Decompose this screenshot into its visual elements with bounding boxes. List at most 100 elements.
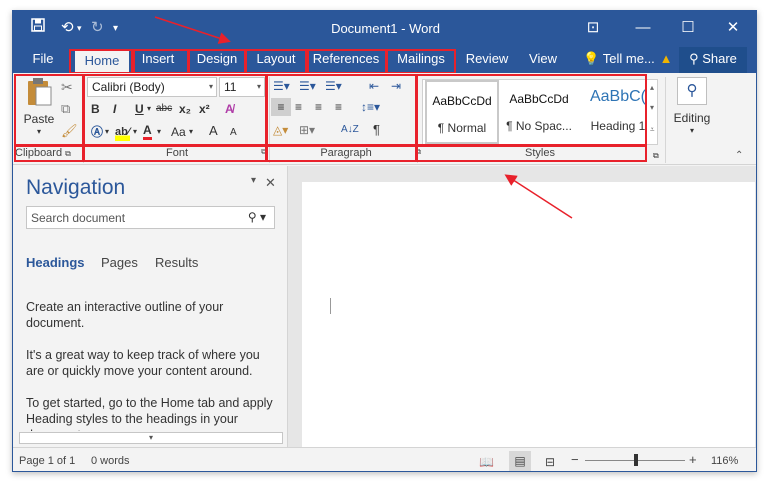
bold-button[interactable]: B bbox=[91, 100, 100, 118]
increase-indent-icon[interactable]: ⇥ bbox=[391, 77, 401, 95]
align-right-icon[interactable]: ≡ bbox=[315, 98, 322, 116]
nav-tab-headings[interactable]: Headings bbox=[26, 255, 85, 270]
styles-more-icon[interactable]: ⩡ bbox=[650, 121, 655, 139]
cut-icon[interactable]: ✂ bbox=[61, 78, 73, 96]
tab-review[interactable]: Review bbox=[461, 47, 513, 73]
zoom-slider-thumb[interactable] bbox=[634, 454, 638, 466]
zoom-out-icon[interactable]: − bbox=[571, 452, 579, 467]
nav-tab-pages[interactable]: Pages bbox=[101, 255, 138, 270]
page-count[interactable]: Page 1 of 1 bbox=[19, 455, 75, 467]
change-case-button[interactable]: Aa bbox=[171, 123, 186, 141]
paste-label: Paste bbox=[23, 112, 55, 126]
close-icon[interactable]: ✕ bbox=[713, 16, 753, 40]
paste-button[interactable]: Paste ▾ bbox=[19, 77, 59, 136]
line-spacing-icon[interactable]: ↕≡▾ bbox=[361, 98, 380, 116]
show-formatting-button[interactable]: ¶ bbox=[373, 121, 380, 139]
editing-label: Editing bbox=[673, 111, 711, 125]
tab-view[interactable]: View bbox=[521, 47, 565, 73]
tab-design[interactable]: Design bbox=[191, 47, 243, 73]
collapse-ribbon-icon[interactable]: ⌃ bbox=[735, 147, 743, 165]
navigation-pane: Navigation ▾ ✕ Search document ⚲ ▾ Headi… bbox=[13, 166, 288, 447]
highlight-dropdown-icon[interactable]: ▾ bbox=[133, 123, 137, 141]
zoom-level[interactable]: 116% bbox=[711, 455, 738, 467]
clear-formatting-icon[interactable]: A̸ bbox=[225, 100, 234, 118]
align-left-icon[interactable]: ≡ bbox=[271, 98, 291, 116]
font-color-icon[interactable]: A bbox=[143, 123, 152, 140]
search-icon[interactable]: ⚲ ▾ bbox=[248, 210, 266, 224]
styles-dialog-icon[interactable]: ⧉ bbox=[653, 147, 659, 165]
superscript-button[interactable]: x² bbox=[199, 100, 210, 118]
document-page[interactable] bbox=[302, 182, 755, 447]
numbering-icon[interactable]: ☰▾ bbox=[299, 77, 316, 95]
warning-icon[interactable]: ▲ bbox=[657, 47, 675, 73]
chevron-down-icon: ▾ bbox=[256, 82, 261, 91]
separator bbox=[269, 77, 270, 163]
tab-references[interactable]: References bbox=[309, 47, 383, 73]
status-bar: Page 1 of 1 0 words 📖 ▤ ⊟ − + 116% bbox=[13, 447, 756, 471]
font-family-select[interactable]: Calibri (Body) ▾ bbox=[87, 77, 217, 97]
underline-button[interactable]: U bbox=[135, 100, 144, 118]
font-size-select[interactable]: 11 ▾ bbox=[219, 77, 265, 97]
text-effects-icon[interactable]: Ⓐ bbox=[91, 123, 103, 141]
shrink-font-button[interactable]: A bbox=[230, 124, 237, 142]
style-name: ¶ No Spac... bbox=[506, 119, 572, 133]
text-effects-dropdown-icon[interactable]: ▾ bbox=[105, 123, 109, 141]
font-color-dropdown-icon[interactable]: ▾ bbox=[157, 123, 161, 141]
editing-button[interactable]: ⚲ Editing ▾ bbox=[667, 77, 717, 141]
align-center-icon[interactable]: ≡ bbox=[295, 98, 302, 116]
subscript-button[interactable]: x₂ bbox=[179, 100, 191, 118]
nav-scroll-down-icon[interactable]: ▾ bbox=[19, 432, 283, 444]
word-count[interactable]: 0 words bbox=[91, 455, 130, 467]
paste-dropdown-icon: ▾ bbox=[36, 127, 41, 136]
underline-dropdown-icon[interactable]: ▾ bbox=[147, 100, 151, 118]
close-pane-icon[interactable]: ✕ bbox=[265, 175, 276, 191]
minimize-icon[interactable]: — bbox=[623, 16, 663, 40]
decrease-indent-icon[interactable]: ⇤ bbox=[369, 77, 379, 95]
strikethrough-button[interactable]: abc bbox=[156, 100, 172, 118]
style-no-spacing[interactable]: AaBbCcDd ¶ No Spac... bbox=[501, 80, 577, 144]
separator bbox=[417, 77, 418, 163]
tab-layout[interactable]: Layout bbox=[249, 47, 303, 73]
ribbon-display-icon[interactable]: ⊡ bbox=[573, 16, 613, 40]
format-painter-icon[interactable]: 🖌 bbox=[61, 122, 78, 140]
tab-mailings[interactable]: Mailings bbox=[389, 47, 453, 73]
nav-tab-results[interactable]: Results bbox=[155, 255, 198, 270]
read-mode-icon[interactable]: 📖 bbox=[479, 455, 494, 469]
justify-icon[interactable]: ≡ bbox=[335, 98, 342, 116]
styles-gallery: AaBbCcDd ¶ Normal AaBbCcDd ¶ No Spac... … bbox=[422, 79, 658, 145]
grow-font-button[interactable]: A bbox=[209, 122, 218, 140]
tab-home[interactable]: Home bbox=[75, 50, 129, 73]
borders-icon[interactable]: ⊞▾ bbox=[299, 121, 315, 139]
bullets-icon[interactable]: ☰▾ bbox=[273, 77, 290, 95]
change-case-dropdown-icon[interactable]: ▾ bbox=[189, 123, 193, 141]
styles-scroll-down-icon[interactable]: ▾ bbox=[650, 99, 654, 117]
italic-button[interactable]: I bbox=[113, 100, 116, 118]
sort-button[interactable]: A↓Z bbox=[341, 121, 359, 139]
shading-icon[interactable]: ◬▾ bbox=[273, 121, 288, 139]
maximize-icon[interactable]: ☐ bbox=[668, 16, 708, 40]
tell-me-box[interactable]: 💡 Tell me... bbox=[579, 47, 659, 73]
nav-help-text-1: Create an interactive outline of your do… bbox=[26, 300, 224, 330]
print-layout-icon[interactable]: ▤ bbox=[509, 451, 531, 471]
title-bar: ⟲ ▾ ↻ ▾ Document1 - Word ⊡ — ☐ ✕ bbox=[13, 11, 756, 47]
nav-help-text-3: To get started, go to the Home tab and a… bbox=[26, 396, 273, 431]
tab-insert[interactable]: Insert bbox=[133, 47, 183, 73]
highlight-color-icon[interactable]: ab⁄ bbox=[115, 123, 130, 141]
pane-options-icon[interactable]: ▾ bbox=[251, 175, 256, 186]
styles-scroll-up-icon[interactable]: ▴ bbox=[650, 79, 654, 97]
zoom-in-icon[interactable]: + bbox=[689, 452, 697, 467]
copy-icon[interactable]: ⧉ bbox=[61, 100, 70, 118]
share-button[interactable]: ⚲ Share bbox=[679, 47, 747, 73]
multilevel-list-icon[interactable]: ☰▾ bbox=[325, 77, 342, 95]
style-normal[interactable]: AaBbCcDd ¶ Normal bbox=[425, 80, 499, 144]
search-document-input[interactable]: Search document ⚲ ▾ bbox=[26, 206, 275, 229]
tab-file[interactable]: File bbox=[19, 47, 67, 73]
font-family-value: Calibri (Body) bbox=[92, 80, 165, 94]
ribbon-tabs: File Home Insert Design Layout Reference… bbox=[13, 47, 756, 74]
web-layout-icon[interactable]: ⊟ bbox=[545, 455, 555, 469]
navigation-title: Navigation bbox=[26, 176, 126, 199]
tell-me-label: Tell me... bbox=[602, 51, 655, 66]
document-area bbox=[288, 166, 756, 447]
style-heading-1[interactable]: AaBbC( Heading 1 bbox=[579, 80, 657, 144]
ribbon-home: Paste ▾ ✂ ⧉ 🖌 Clipboard ⧉ Calibri (Body)… bbox=[13, 73, 756, 165]
